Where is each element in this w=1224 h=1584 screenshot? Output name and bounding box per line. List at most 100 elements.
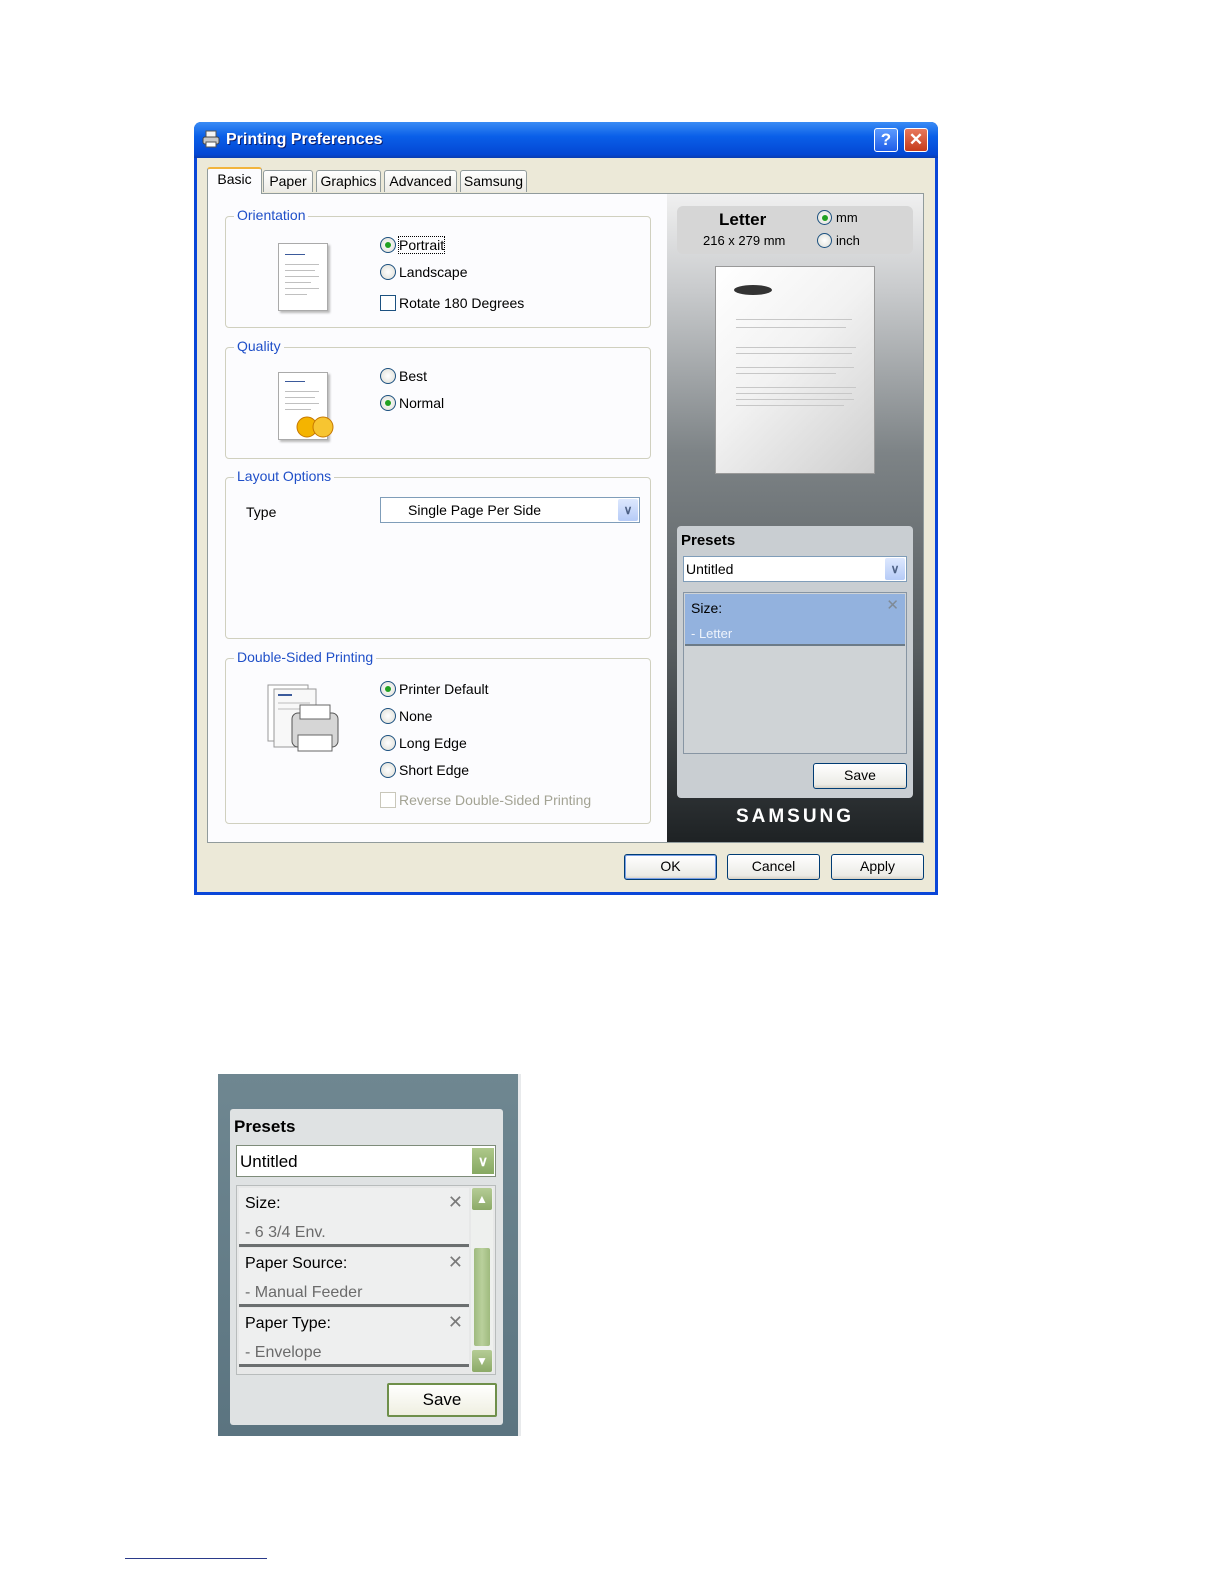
dialog-client-area: Basic Paper Graphics Advanced Samsung Or… (197, 158, 935, 892)
landscape-label[interactable]: Landscape (399, 264, 468, 280)
rotate-180-checkbox[interactable] (380, 295, 396, 311)
cancel-button[interactable]: Cancel (727, 854, 820, 880)
layout-options-legend: Layout Options (234, 468, 335, 484)
remove-icon[interactable]: ✕ (448, 1252, 463, 1273)
footnote-rule (125, 1558, 267, 1559)
reverse-duplex-label: Reverse Double-Sided Printing (399, 792, 592, 808)
layout-options-group: Layout Options Type Single Page Per Side… (225, 468, 651, 639)
preview-column: Letter 216 x 279 mm mm inch Presets Unti… (667, 194, 923, 842)
preset-item-paper-source[interactable]: Paper Source: - Manual Feeder ✕ (239, 1248, 469, 1307)
samsung-brand-logo: SAMSUNG (735, 806, 855, 827)
title-bar[interactable]: Printing Preferences ? ✕ (194, 122, 938, 158)
ok-button[interactable]: OK (624, 854, 717, 880)
preset-item-value: - Manual Feeder (245, 1284, 363, 1301)
presets-panel: Presets Untitled ∨ Size: - Letter ✕ Save (677, 526, 913, 798)
preset-item-size[interactable]: Size: - Letter ✕ (685, 594, 905, 646)
preset-item-paper-type[interactable]: Paper Type: - Envelope ✕ (239, 1308, 469, 1367)
portrait-radio[interactable] (380, 237, 396, 253)
inch-radio[interactable] (817, 233, 832, 248)
samsung-logo-icon (734, 285, 772, 295)
remove-icon[interactable]: ✕ (448, 1192, 463, 1213)
double-sided-legend: Double-Sided Printing (234, 649, 377, 665)
layout-type-value: Single Page Per Side (408, 502, 542, 518)
portrait-page-icon (278, 243, 328, 311)
zoomed-presets-view: Presets Untitled ∨ Size: - 6 3/4 Env. ✕ … (218, 1074, 521, 1436)
basic-tab-panel: Orientation Portrait Landscape Rotate 18… (207, 193, 924, 843)
help-icon: ? (880, 130, 892, 149)
remove-icon[interactable]: ✕ (886, 596, 899, 614)
presets-selected-value: Untitled (686, 561, 734, 577)
short-edge-label[interactable]: Short Edge (399, 762, 469, 778)
close-icon: ✕ (908, 130, 924, 149)
layout-type-label: Type (246, 504, 277, 520)
orientation-legend: Orientation (234, 207, 309, 223)
mm-radio[interactable] (817, 210, 832, 225)
presets-item-list: Size: - Letter ✕ (683, 592, 907, 754)
best-label[interactable]: Best (399, 368, 427, 384)
zoomed-presets-selected-value: Untitled (240, 1152, 298, 1171)
paper-name: Letter (719, 210, 767, 229)
quality-stars-icon (296, 416, 334, 438)
preset-item-size[interactable]: Size: - 6 3/4 Env. ✕ (239, 1188, 469, 1247)
short-edge-radio[interactable] (380, 762, 396, 778)
long-edge-label[interactable]: Long Edge (399, 735, 467, 751)
normal-radio[interactable] (380, 395, 396, 411)
tab-advanced[interactable]: Advanced (384, 170, 457, 192)
quality-group: Quality Best Normal (225, 338, 651, 459)
preset-item-heading: Size: (691, 600, 723, 616)
printer-default-radio[interactable] (380, 681, 396, 697)
quality-legend: Quality (234, 338, 284, 354)
chevron-down-icon[interactable]: ∨ (472, 1148, 494, 1174)
printer-icon (202, 130, 220, 148)
help-button[interactable]: ? (874, 128, 898, 152)
tab-graphics[interactable]: Graphics (316, 170, 381, 192)
printer-default-label[interactable]: Printer Default (399, 681, 488, 697)
printing-preferences-dialog: Printing Preferences ? ✕ Basic Paper Gra… (194, 122, 938, 895)
apply-button[interactable]: Apply (831, 854, 924, 880)
page-preview-image (715, 266, 875, 474)
zoomed-presets-panel: Presets Untitled ∨ Size: - 6 3/4 Env. ✕ … (230, 1109, 503, 1425)
zoomed-presets-title: Presets (234, 1117, 296, 1136)
landscape-radio[interactable] (380, 264, 396, 280)
zoomed-presets-item-list: Size: - 6 3/4 Env. ✕ Paper Source: - Man… (236, 1185, 496, 1375)
paper-info-box: Letter 216 x 279 mm mm inch (677, 206, 913, 254)
rotate-180-label[interactable]: Rotate 180 Degrees (399, 295, 524, 311)
layout-type-select[interactable]: Single Page Per Side ∨ (380, 497, 640, 523)
double-sided-group: Double-Sided Printing Printer Default No… (225, 649, 651, 824)
tab-basic[interactable]: Basic (207, 167, 262, 194)
preset-item-value: - Letter (691, 626, 733, 641)
paper-dimensions: 216 x 279 mm (703, 233, 786, 248)
chevron-down-icon[interactable]: ∨ (885, 558, 905, 580)
preset-list-scrollbar[interactable]: ▲ ▼ (471, 1188, 493, 1372)
zoomed-presets-save-button[interactable]: Save (387, 1383, 497, 1417)
close-button[interactable]: ✕ (904, 128, 928, 152)
preset-item-heading: Size: (245, 1195, 281, 1212)
long-edge-radio[interactable] (380, 735, 396, 751)
scroll-down-icon[interactable]: ▼ (472, 1350, 492, 1372)
chevron-down-icon[interactable]: ∨ (618, 499, 638, 521)
none-label[interactable]: None (399, 708, 432, 724)
preset-item-value: - 6 3/4 Env. (245, 1224, 326, 1241)
none-radio[interactable] (380, 708, 396, 724)
mm-label[interactable]: mm (836, 210, 858, 225)
preset-item-heading: Paper Source: (245, 1255, 348, 1272)
tab-paper[interactable]: Paper (263, 170, 313, 192)
tab-samsung[interactable]: Samsung (460, 170, 527, 192)
best-radio[interactable] (380, 368, 396, 384)
duplex-printer-icon (267, 684, 339, 752)
remove-icon[interactable]: ✕ (448, 1312, 463, 1333)
preset-item-heading: Paper Type: (245, 1315, 331, 1332)
orientation-group: Orientation Portrait Landscape Rotate 18… (225, 207, 651, 328)
presets-save-button[interactable]: Save (813, 763, 907, 789)
zoomed-presets-select[interactable]: Untitled ∨ (236, 1145, 496, 1177)
window-title: Printing Preferences (226, 131, 383, 148)
scroll-up-icon[interactable]: ▲ (472, 1188, 492, 1210)
scrollbar-thumb[interactable] (474, 1248, 490, 1346)
normal-label[interactable]: Normal (399, 395, 444, 411)
portrait-label[interactable]: Portrait (397, 236, 446, 254)
presets-title: Presets (681, 532, 736, 549)
reverse-duplex-checkbox (380, 792, 396, 808)
inch-label[interactable]: inch (836, 233, 860, 248)
presets-select[interactable]: Untitled ∨ (683, 556, 907, 582)
preset-item-value: - Envelope (245, 1344, 322, 1361)
